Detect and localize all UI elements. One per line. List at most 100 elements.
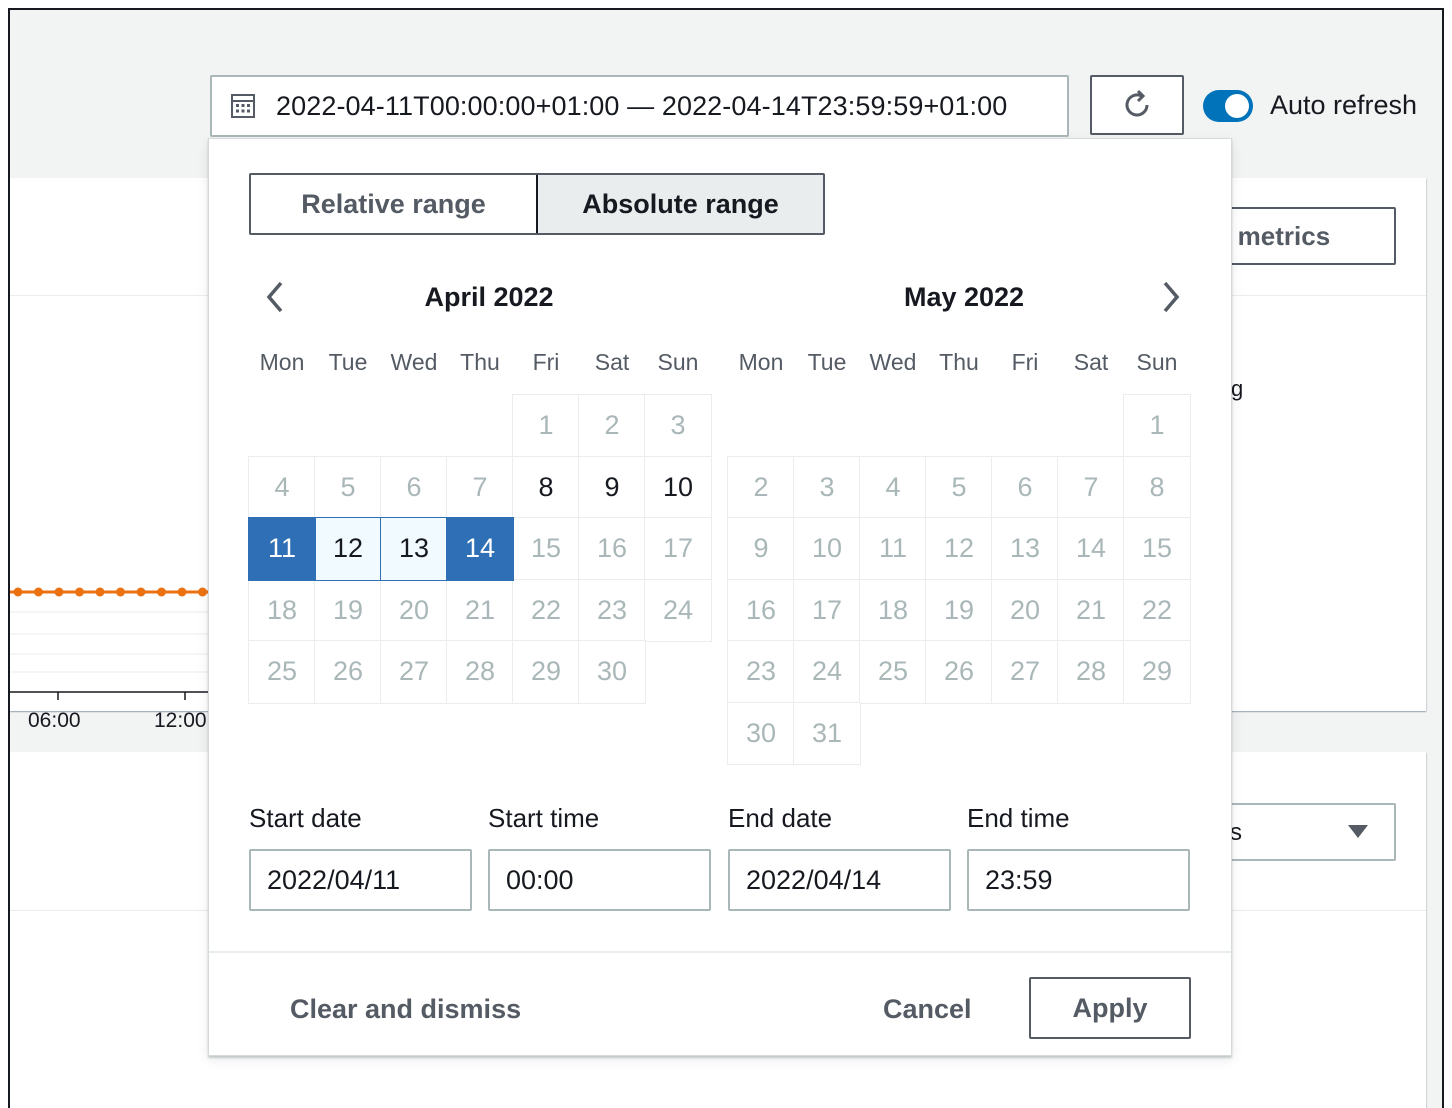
calendar-day: 24 (644, 578, 712, 642)
range-type-segmented-control: Relative range Absolute range (249, 173, 825, 235)
series-point (198, 587, 207, 597)
weekday-label: Mon (738, 349, 784, 375)
calendar-day: 7 (1057, 455, 1125, 519)
calendar-day: 9 (727, 517, 795, 581)
end-time-label: End time (967, 803, 1070, 833)
weekday-label: Fri (532, 349, 560, 375)
absolute-range-button[interactable]: Absolute range (536, 175, 823, 233)
calendar-day: 19 (925, 578, 993, 642)
calendar-day: 18 (859, 578, 927, 642)
calendar-day: 18 (248, 578, 316, 642)
calendar-day: 1 (1123, 394, 1191, 458)
calendar-day: 14 (1057, 517, 1125, 581)
refresh-button[interactable] (1090, 75, 1184, 135)
calendar-day[interactable]: 12 (314, 517, 382, 581)
weekday-label: Wed (869, 349, 917, 375)
calendar-day: 5 (925, 455, 993, 519)
x-tick-label: 12:00 (154, 709, 207, 732)
cancel-button[interactable]: Cancel (883, 994, 972, 1025)
series-point (75, 587, 84, 597)
statistic-select[interactable]: s (1210, 803, 1396, 861)
weekday-label: Sun (657, 349, 699, 375)
weekday-label: Fri (1011, 349, 1039, 375)
calendar-icon (231, 94, 255, 118)
series-point (177, 587, 187, 597)
calendar-day: 29 (1123, 640, 1191, 704)
calendar-day: 25 (859, 640, 927, 704)
calendar-day: 29 (512, 640, 580, 704)
calendar-empty-cell (992, 395, 1058, 457)
calendar-day: 2 (578, 394, 646, 458)
calendar-day: 16 (727, 578, 795, 642)
calendar-day: 15 (512, 517, 580, 581)
calendar-day[interactable]: 8 (512, 455, 580, 519)
calendar-empty-cell (860, 395, 926, 457)
date-range-trigger[interactable]: 2022-04-11T00:00:00+01:00 — 2022-04-14T2… (210, 75, 1069, 137)
month-title-april: April 2022 (424, 282, 554, 312)
calendar-day: 28 (1057, 640, 1125, 704)
button-label: e metrics (1216, 220, 1331, 251)
auto-refresh-toggle[interactable] (1203, 90, 1253, 122)
calendar-day: 4 (859, 455, 927, 519)
calendar-day: 30 (727, 701, 795, 765)
calendar-day[interactable]: 13 (380, 517, 448, 581)
series-point (157, 587, 166, 597)
calendar-grid-may: 1 2 3 4 5 6 7 8 9 10 11 12 13 14 15 16 17 18 19 20 21 22 23 24 2… (727, 394, 1191, 765)
x-tick-label: 06:00 (28, 709, 81, 732)
calendar-day: 10 (793, 517, 861, 581)
calendar-day: 25 (248, 640, 316, 704)
calendar-day: 16 (578, 517, 646, 581)
series-point (13, 587, 23, 597)
calendar-day: 3 (793, 455, 861, 519)
weekday-label: Sat (1073, 349, 1109, 375)
calendar-day: 11 (859, 517, 927, 581)
apply-button[interactable]: Apply (1029, 977, 1191, 1039)
calendar-day: 6 (991, 455, 1059, 519)
calendar-empty-cell (447, 395, 513, 457)
calendar-empty-cell (249, 395, 315, 457)
calendar-day[interactable]: 14 (446, 517, 514, 581)
calendar-day: 24 (793, 640, 861, 704)
end-date-input[interactable]: 2022/04/14 (728, 849, 951, 911)
app-frame: 06:00 12:00 e metrics vg s 2022-04-11T00… (8, 8, 1444, 1108)
weekday-label: Thu (460, 349, 500, 375)
calendar-day[interactable]: 11 (248, 517, 316, 581)
weekday-header-may: Mon Tue Wed Thu Fri Sat Sun (728, 349, 1190, 376)
calendar-day: 27 (991, 640, 1059, 704)
date-range-value: 2022-04-11T00:00:00+01:00 — 2022-04-14T2… (276, 90, 1008, 121)
series-point (136, 587, 146, 597)
date-range-dropdown: Relative range Absolute range April 2022… (208, 138, 1232, 1056)
chart-area (10, 578, 220, 700)
start-date-label: Start date (249, 803, 362, 833)
refresh-icon (1125, 89, 1149, 117)
relative-range-button[interactable]: Relative range (251, 175, 536, 233)
calendar-empty-cell (926, 395, 992, 457)
calendar-day: 22 (1123, 578, 1191, 642)
series-point (54, 587, 64, 597)
calendar-day: 19 (314, 578, 382, 642)
clear-and-dismiss-button[interactable]: Clear and dismiss (290, 994, 521, 1025)
start-time-input[interactable]: 00:00 (488, 849, 711, 911)
calendar-empty-cell (381, 395, 447, 457)
calendar-day: 13 (991, 517, 1059, 581)
calendar-day: 23 (578, 578, 646, 642)
calendar-day: 31 (793, 701, 861, 765)
calendar-day: 4 (248, 455, 316, 519)
calendar-grid-april: 1 2 3 4 5 6 7 8 9 10 11 12 13 14 15 16 17 18 19 20 21 22 23 24 2… (248, 394, 712, 704)
calendar-day: 26 (925, 640, 993, 704)
start-date-input[interactable]: 2022/04/11 (249, 849, 472, 911)
calendar-day: 12 (925, 517, 993, 581)
end-time-input[interactable]: 23:59 (967, 849, 1190, 911)
calendar-day: 1 (512, 394, 580, 458)
calendar-day: 8 (1123, 455, 1191, 519)
calendar-day[interactable]: 10 (644, 455, 712, 519)
footer-divider (209, 951, 1231, 953)
calendar-day: 5 (314, 455, 382, 519)
calendar-day[interactable]: 9 (578, 455, 646, 519)
calendar-day: 17 (793, 578, 861, 642)
calendar-day: 22 (512, 578, 580, 642)
series-point (34, 587, 43, 597)
weekday-label: Thu (939, 349, 979, 375)
calendar-empty-cell (315, 395, 381, 457)
auto-refresh-label: Auto refresh (1270, 90, 1418, 120)
